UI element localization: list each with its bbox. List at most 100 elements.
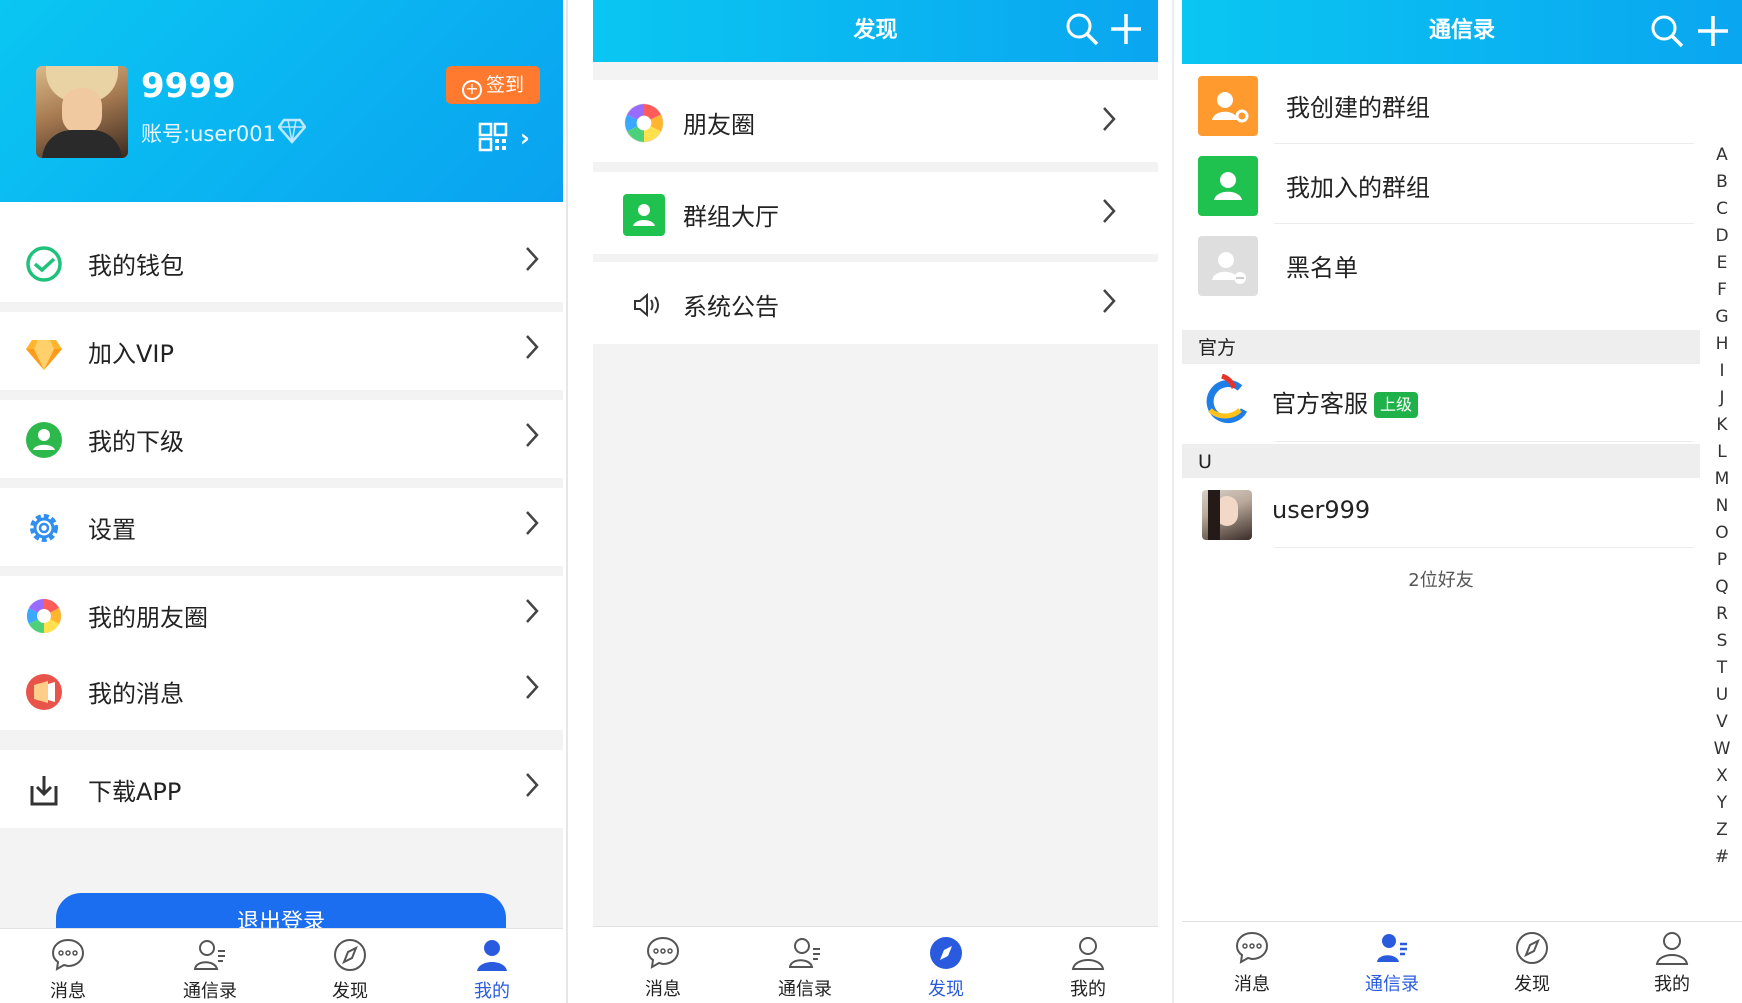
bottom-tab-bar: 消息 通信录 发现 我的 bbox=[0, 928, 563, 1003]
contact-group-joined[interactable]: 我加入的群组 bbox=[1182, 144, 1742, 224]
message-icon bbox=[26, 674, 62, 710]
discover-item-label: 朋友圈 bbox=[683, 111, 755, 139]
index-letter[interactable]: S bbox=[1710, 628, 1734, 655]
tab-messages[interactable]: 消息 bbox=[1202, 922, 1302, 997]
divider bbox=[1172, 0, 1174, 1003]
index-letter[interactable]: A bbox=[1710, 142, 1734, 169]
menu-item-wallet[interactable]: 我的钱包 bbox=[0, 224, 563, 302]
menu-item-download[interactable]: 下载APP bbox=[0, 750, 563, 828]
index-letter[interactable]: T bbox=[1710, 655, 1734, 682]
section-header-official: 官方 bbox=[1182, 330, 1700, 364]
tab-label: 我的 bbox=[1070, 979, 1106, 1000]
chat-icon bbox=[1235, 931, 1269, 964]
index-letter[interactable]: X bbox=[1710, 763, 1734, 790]
index-letter[interactable]: R bbox=[1710, 601, 1734, 628]
discover-item-moments[interactable]: 朋友圈 bbox=[593, 80, 1158, 162]
qrcode-icon[interactable] bbox=[478, 122, 508, 152]
index-letter[interactable]: Q bbox=[1710, 574, 1734, 601]
gear-icon bbox=[30, 514, 58, 542]
menu-item-moments[interactable]: 我的朋友圈 bbox=[0, 576, 563, 654]
tab-label: 消息 bbox=[50, 981, 86, 1002]
discover-item-announcement[interactable]: 系统公告 bbox=[593, 262, 1158, 344]
search-icon[interactable] bbox=[1648, 12, 1686, 50]
contact-group-blacklist[interactable]: 黑名单 bbox=[1182, 224, 1742, 304]
tab-messages[interactable]: 消息 bbox=[613, 927, 713, 1002]
search-icon[interactable] bbox=[1063, 10, 1101, 48]
menu-item-subordinate[interactable]: 我的下级 bbox=[0, 400, 563, 478]
index-letter[interactable]: # bbox=[1710, 844, 1734, 871]
tab-mine[interactable]: 我的 bbox=[442, 929, 542, 1003]
index-letter[interactable]: U bbox=[1710, 682, 1734, 709]
index-letter[interactable]: Y bbox=[1710, 790, 1734, 817]
section-header-u: U bbox=[1182, 444, 1700, 478]
index-letter[interactable]: H bbox=[1710, 331, 1734, 358]
bottom-tab-bar: 消息 通信录 发现 我的 bbox=[593, 926, 1158, 1003]
index-letter[interactable]: G bbox=[1710, 304, 1734, 331]
compass-icon bbox=[334, 939, 366, 971]
index-letter[interactable]: K bbox=[1710, 412, 1734, 439]
index-letter[interactable]: M bbox=[1710, 466, 1734, 493]
menu-item-label: 加入VIP bbox=[88, 340, 174, 368]
tab-label: 发现 bbox=[1514, 974, 1550, 995]
checkin-button[interactable]: + 签到 bbox=[446, 66, 540, 104]
menu-item-label: 我的钱包 bbox=[88, 252, 184, 280]
index-letter[interactable]: O bbox=[1710, 520, 1734, 547]
official-logo-icon bbox=[1206, 374, 1248, 423]
menu-item-settings[interactable]: 设置 bbox=[0, 488, 563, 566]
tab-contacts[interactable]: 通信录 bbox=[1342, 922, 1442, 997]
subordinate-icon bbox=[26, 422, 62, 458]
chat-icon bbox=[646, 936, 680, 969]
index-letter[interactable]: F bbox=[1710, 277, 1734, 304]
contact-official-service[interactable]: 官方客服 上级 bbox=[1182, 364, 1742, 442]
tab-label: 通信录 bbox=[778, 979, 832, 1000]
index-letter[interactable]: B bbox=[1710, 169, 1734, 196]
tab-label: 通信录 bbox=[1365, 974, 1419, 995]
add-icon[interactable] bbox=[1107, 10, 1145, 48]
index-letter[interactable]: V bbox=[1710, 709, 1734, 736]
index-letter[interactable]: J bbox=[1710, 385, 1734, 412]
tab-discover[interactable]: 发现 bbox=[896, 927, 996, 1002]
discover-item-group-hall[interactable]: 群组大厅 bbox=[593, 172, 1158, 254]
tab-messages[interactable]: 消息 bbox=[18, 929, 118, 1003]
menu-item-messages[interactable]: 我的消息 bbox=[0, 652, 563, 730]
avatar[interactable] bbox=[36, 66, 128, 158]
chevron-right-icon[interactable]: › bbox=[520, 124, 530, 152]
user-account: 账号:user001 bbox=[141, 122, 276, 146]
blacklist-icon bbox=[1198, 236, 1258, 296]
index-letter[interactable]: L bbox=[1710, 439, 1734, 466]
person-icon bbox=[1071, 937, 1105, 970]
tab-label: 通信录 bbox=[183, 981, 237, 1002]
tab-contacts[interactable]: 通信录 bbox=[160, 929, 260, 1003]
add-icon[interactable] bbox=[1694, 12, 1732, 50]
contact-user999[interactable]: user999 bbox=[1182, 478, 1742, 548]
index-letter[interactable]: Z bbox=[1710, 817, 1734, 844]
tab-discover[interactable]: 发现 bbox=[300, 929, 400, 1003]
contact-name: user999 bbox=[1272, 496, 1371, 524]
group-hall-icon bbox=[623, 194, 665, 236]
index-letter[interactable]: C bbox=[1710, 196, 1734, 223]
index-letter[interactable]: P bbox=[1710, 547, 1734, 574]
tab-label: 我的 bbox=[474, 981, 510, 1002]
contacts-header: 通信录 bbox=[1182, 0, 1742, 64]
vip-diamond-icon bbox=[278, 118, 306, 144]
menu-item-vip[interactable]: 加入VIP bbox=[0, 312, 563, 390]
index-letter[interactable]: D bbox=[1710, 223, 1734, 250]
superior-badge: 上级 bbox=[1374, 392, 1419, 418]
index-letter[interactable]: N bbox=[1710, 493, 1734, 520]
tab-label: 我的 bbox=[1654, 974, 1690, 995]
tab-label: 消息 bbox=[645, 979, 681, 1000]
tab-label: 发现 bbox=[928, 979, 964, 1000]
checkin-label: 签到 bbox=[485, 74, 524, 96]
contact-group-created[interactable]: 我创建的群组 bbox=[1182, 64, 1742, 144]
tab-discover[interactable]: 发现 bbox=[1482, 922, 1582, 997]
alphabet-index[interactable]: A B C D E F G H I J K L M N O P Q R S T U V W X Y Z # bbox=[1710, 142, 1734, 871]
index-letter[interactable]: E bbox=[1710, 250, 1734, 277]
menu-item-label: 下载APP bbox=[88, 778, 182, 806]
tab-mine[interactable]: 我的 bbox=[1622, 922, 1722, 997]
chevron-right-icon bbox=[526, 511, 539, 535]
discover-item-label: 系统公告 bbox=[683, 293, 779, 321]
tab-mine[interactable]: 我的 bbox=[1038, 927, 1138, 1002]
tab-contacts[interactable]: 通信录 bbox=[755, 927, 855, 1002]
index-letter[interactable]: I bbox=[1710, 358, 1734, 385]
index-letter[interactable]: W bbox=[1710, 736, 1734, 763]
